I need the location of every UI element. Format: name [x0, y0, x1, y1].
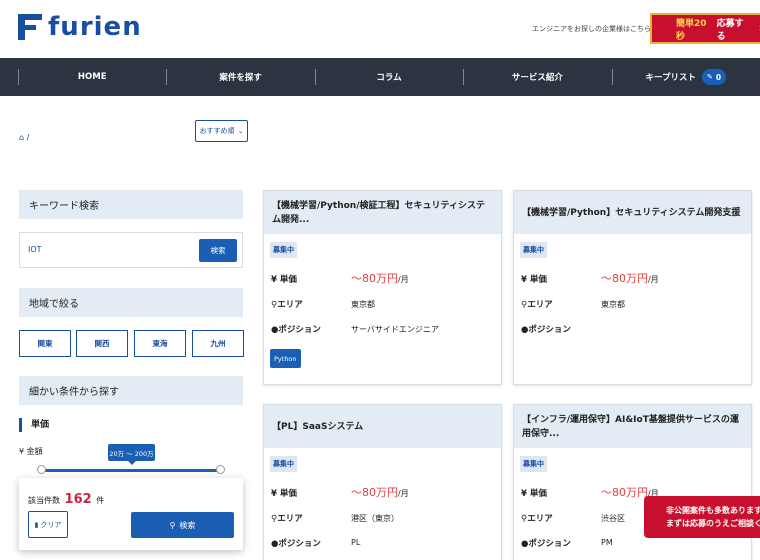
unit-price-value: 〜80万円/月 [351, 486, 409, 499]
nav-keep-label: キープリスト [645, 73, 697, 83]
job-card[interactable]: 【PL】SaaSシステム 募集中 ¥ 単価 〜80万円/月 ⚲エリア 港区（東京… [263, 404, 502, 560]
nav-column[interactable]: コラム [314, 58, 463, 96]
secret-tab-line2: まずは応募のうえご相談くだ [666, 519, 760, 528]
position-label: ●ポジション [271, 539, 321, 549]
status-badge: 募集中 [520, 242, 547, 258]
nav-search-jobs[interactable]: 案件を探す [166, 58, 314, 96]
apply-highlight: 簡単20秒 [676, 18, 707, 42]
unit-price-value: 〜80万円/月 [351, 272, 409, 285]
price-range-tooltip: 20万 〜 200万 [108, 444, 155, 465]
unit-price-label: ¥ 単価 [271, 489, 297, 499]
area-label: ⚲エリア [271, 514, 303, 524]
nav-keep-list[interactable]: キープリスト ✎ 0 [611, 58, 760, 96]
secret-jobs-tab[interactable]: 非公開案件も多数あります まずは応募のうえご相談くだ [644, 496, 760, 538]
area-value: 港区（東京） [351, 514, 399, 523]
apply-label: 応募する [716, 18, 744, 42]
area-value: 東京都 [601, 300, 625, 309]
area-label: ⚲エリア [521, 300, 553, 310]
sort-select[interactable]: おすすめ順 ⌄ [195, 120, 248, 142]
job-card[interactable]: 【機械学習/Python/検証工程】セキュリティシステム開発... 募集中 ¥ … [263, 190, 502, 385]
count-number: 162 [64, 492, 92, 507]
sort-selected: おすすめ順 [199, 127, 235, 135]
skill-tag[interactable]: Python [270, 349, 301, 368]
price-slider-max-handle[interactable] [216, 465, 225, 474]
trash-icon: ▮ [34, 520, 39, 529]
position-label: ●ポジション [521, 325, 571, 335]
main-nav: HOME 案件を探す コラム サービス紹介 キープリスト ✎ 0 [0, 58, 760, 96]
region-section-title: 地域で絞る [19, 288, 243, 317]
region-kansai-button[interactable]: 関西 [76, 330, 128, 357]
position-value: PM [601, 538, 613, 547]
chevron-down-icon: ⌄ [237, 127, 244, 135]
region-tokai-button[interactable]: 東海 [134, 330, 186, 357]
home-icon[interactable]: ⌂ [19, 133, 24, 142]
breadcrumb-separator: / [26, 133, 30, 142]
status-badge: 募集中 [270, 242, 297, 258]
price-slider-min-handle[interactable] [37, 465, 46, 474]
result-count: 該当件数 162 件 [28, 492, 104, 507]
position-label: ●ポジション [271, 325, 321, 335]
keyword-search-box: IOT 検索 [19, 232, 243, 268]
job-title[interactable]: 【機械学習/Python】セキュリティシステム開発支援 [514, 191, 751, 234]
status-badge: 募集中 [520, 456, 547, 472]
keyword-section-title: キーワード検索 [19, 190, 243, 219]
position-value: PL [351, 538, 361, 547]
area-value: 渋谷区 [601, 514, 625, 523]
keyword-search-button[interactable]: 検索 [199, 239, 237, 262]
unit-price-label: ¥ 単価 [521, 489, 547, 499]
unit-price-label: ¥ 単価 [271, 275, 297, 285]
logo-text: furien [48, 12, 142, 42]
logo-mark-icon [18, 14, 42, 40]
job-title[interactable]: 【機械学習/Python/検証工程】セキュリティシステム開発... [264, 191, 501, 234]
clear-label: クリア [40, 520, 62, 529]
logo[interactable]: furien [18, 14, 142, 40]
area-label: ⚲エリア [271, 300, 303, 310]
corporate-link[interactable]: エンジニアをお探しの企業様はこちら [532, 24, 651, 34]
area-label: ⚲エリア [521, 514, 553, 524]
clear-button[interactable]: ▮ クリア [28, 511, 68, 538]
secret-tab-line1: 非公開案件も多数あります [666, 506, 760, 515]
status-badge: 募集中 [270, 456, 297, 472]
search-summary-panel: 該当件数 162 件 ▮ クリア ⚲ 検索 [19, 478, 243, 550]
breadcrumb: ⌂ / [19, 133, 29, 142]
region-kyushu-button[interactable]: 九州 [192, 330, 244, 357]
job-title[interactable]: 【PL】SaaSシステム [264, 405, 501, 448]
position-label: ●ポジション [521, 539, 571, 549]
price-slider-track[interactable] [41, 469, 221, 472]
apply-button[interactable]: 簡単20秒 応募する › [650, 13, 760, 44]
search-button[interactable]: ⚲ 検索 [131, 512, 234, 538]
search-icon: ⚲ [169, 520, 176, 530]
search-label: 検索 [179, 520, 196, 530]
keep-count-badge: ✎ 0 [702, 69, 727, 85]
region-kanto-button[interactable]: 関東 [19, 330, 71, 357]
keyword-input[interactable]: IOT [28, 245, 42, 254]
price-filter-title: 単価 [19, 418, 49, 432]
price-amount-label: ¥ 金額 [19, 447, 43, 456]
position-value: サーバサイドエンジニア [351, 325, 439, 334]
unit-price-label: ¥ 単価 [521, 275, 547, 285]
count-suffix: 件 [96, 496, 105, 505]
area-value: 東京都 [351, 300, 375, 309]
job-card[interactable]: 【機械学習/Python】セキュリティシステム開発支援 募集中 ¥ 単価 〜80… [513, 190, 752, 385]
nav-home[interactable]: HOME [18, 58, 166, 96]
site-header: furien エンジニアをお探しの企業様はこちら 簡単20秒 応募する › [0, 0, 760, 58]
keep-count: 0 [715, 72, 722, 82]
job-title[interactable]: 【インフラ/運用保守】AI&IoT基盤提供サービスの運用保守... [514, 405, 751, 448]
count-prefix: 該当件数 [28, 496, 60, 505]
unit-price-value: 〜80万円/月 [601, 272, 659, 285]
nav-service[interactable]: サービス紹介 [463, 58, 611, 96]
detail-section-title: 細かい条件から探す [19, 376, 243, 405]
paperclip-icon: ✎ [707, 73, 713, 81]
